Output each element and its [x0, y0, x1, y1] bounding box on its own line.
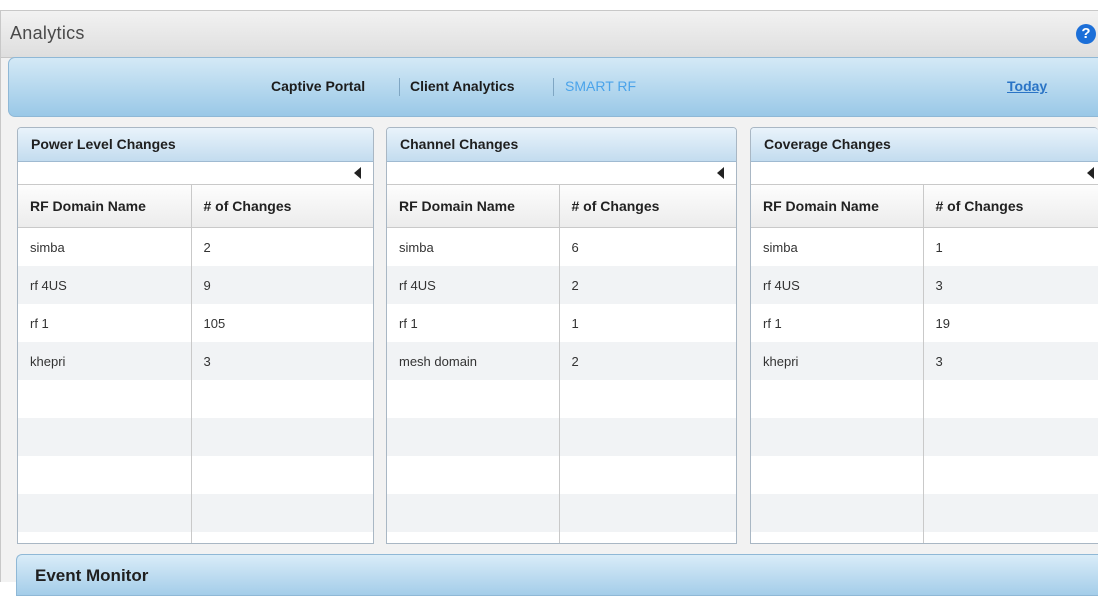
coverage-changes-table: RF Domain Name # of Changes simba 1 rf 4U…	[751, 185, 1098, 543]
coverage-changes-panel: Coverage Changes RF Domain Name # of Cha…	[750, 127, 1098, 544]
column-header-changes[interactable]: # of Changes	[190, 185, 373, 228]
changes-cell: 6	[558, 227, 736, 266]
table-row[interactable]: mesh domain 2	[387, 342, 736, 380]
today-link[interactable]: Today	[1007, 78, 1047, 94]
changes-cell: 3	[922, 266, 1098, 304]
title-bar: Analytics ?	[1, 11, 1098, 58]
column-header-rf-domain[interactable]: RF Domain Name	[18, 185, 191, 228]
column-header-changes[interactable]: # of Changes	[922, 185, 1098, 228]
table-row[interactable]: rf 1 105	[18, 304, 373, 342]
power-level-table: RF Domain Name # of Changes simba 2 rf 4U…	[18, 185, 373, 543]
channel-changes-panel: Channel Changes RF Domain Name # of Chan…	[386, 127, 737, 544]
power-level-changes-panel: Power Level Changes RF Domain Name # of …	[17, 127, 374, 544]
panel-title: Channel Changes	[387, 128, 736, 162]
changes-cell: 2	[558, 266, 736, 304]
rf-domain-cell: rf 1	[399, 315, 418, 331]
empty-row	[387, 456, 736, 494]
table-row[interactable]: khepri 3	[751, 342, 1098, 380]
panel-title: Coverage Changes	[751, 128, 1098, 162]
table-row[interactable]: rf 4US 9	[18, 266, 373, 304]
tab-captive-portal[interactable]: Captive Portal	[271, 78, 365, 94]
rf-domain-cell: rf 4US	[18, 266, 191, 304]
rf-domain-cell: simba	[763, 239, 798, 255]
empty-row	[387, 532, 736, 543]
empty-row	[751, 418, 1098, 456]
changes-cell: 1	[922, 227, 1098, 266]
column-header-rf-domain[interactable]: RF Domain Name	[387, 185, 559, 228]
changes-cell: 2	[190, 227, 373, 266]
empty-row	[387, 494, 736, 532]
empty-row	[18, 380, 373, 418]
empty-row	[751, 532, 1098, 543]
panel-toolbar	[751, 162, 1098, 185]
event-monitor-header[interactable]: Event Monitor	[16, 554, 1098, 596]
changes-cell: 19	[922, 304, 1098, 342]
collapse-arrow-icon[interactable]	[717, 167, 724, 179]
table-row[interactable]: simba 6	[387, 227, 736, 266]
table-row[interactable]: rf 4US 3	[751, 266, 1098, 304]
column-header-changes[interactable]: # of Changes	[558, 185, 736, 228]
empty-row	[387, 380, 736, 418]
rf-domain-cell: rf 4US	[751, 266, 923, 304]
panel-toolbar	[387, 162, 736, 185]
tab-client-analytics[interactable]: Client Analytics	[410, 78, 515, 94]
nav-separator	[399, 78, 400, 96]
empty-row	[387, 418, 736, 456]
panel-toolbar	[18, 162, 373, 185]
table-row[interactable]: rf 1 19	[751, 304, 1098, 342]
changes-cell: 9	[190, 266, 373, 304]
rf-domain-cell: khepri	[18, 342, 191, 380]
page-title: Analytics	[10, 23, 85, 43]
column-header-rf-domain[interactable]: RF Domain Name	[751, 185, 923, 228]
table-row[interactable]: simba 1	[751, 227, 1098, 266]
empty-row	[18, 494, 373, 532]
rf-domain-cell: simba	[30, 239, 65, 255]
collapse-arrow-icon[interactable]	[354, 167, 361, 179]
empty-row	[18, 532, 373, 543]
empty-row	[751, 380, 1098, 418]
rf-domain-cell: simba	[399, 239, 434, 255]
panel-title: Power Level Changes	[18, 128, 373, 162]
empty-row	[18, 418, 373, 456]
channel-changes-table: RF Domain Name # of Changes simba 6 rf 4U…	[387, 185, 736, 543]
empty-row	[18, 456, 373, 494]
changes-cell: 2	[558, 342, 736, 380]
changes-cell: 3	[922, 342, 1098, 380]
event-monitor-title: Event Monitor	[35, 566, 149, 585]
table-row[interactable]: rf 4US 2	[387, 266, 736, 304]
rf-domain-cell: rf 1	[30, 315, 49, 331]
nav-separator	[553, 78, 554, 96]
changes-cell: 105	[190, 304, 373, 342]
table-row[interactable]: rf 1 1	[387, 304, 736, 342]
rf-domain-cell: rf 4US	[387, 266, 559, 304]
table-row[interactable]: khepri 3	[18, 342, 373, 380]
rf-domain-cell: khepri	[751, 342, 923, 380]
help-icon[interactable]: ?	[1076, 24, 1096, 44]
rf-domain-cell: mesh domain	[387, 342, 559, 380]
changes-cell: 1	[558, 304, 736, 342]
changes-cell: 3	[190, 342, 373, 380]
rf-domain-cell: rf 1	[763, 315, 782, 331]
tab-smart-rf[interactable]: SMART RF	[565, 78, 636, 94]
collapse-arrow-icon[interactable]	[1087, 167, 1094, 179]
empty-row	[751, 456, 1098, 494]
table-row[interactable]: simba 2	[18, 227, 373, 266]
empty-row	[751, 494, 1098, 532]
analytics-nav-bar: Captive Portal Client Analytics SMART RF…	[8, 57, 1098, 117]
